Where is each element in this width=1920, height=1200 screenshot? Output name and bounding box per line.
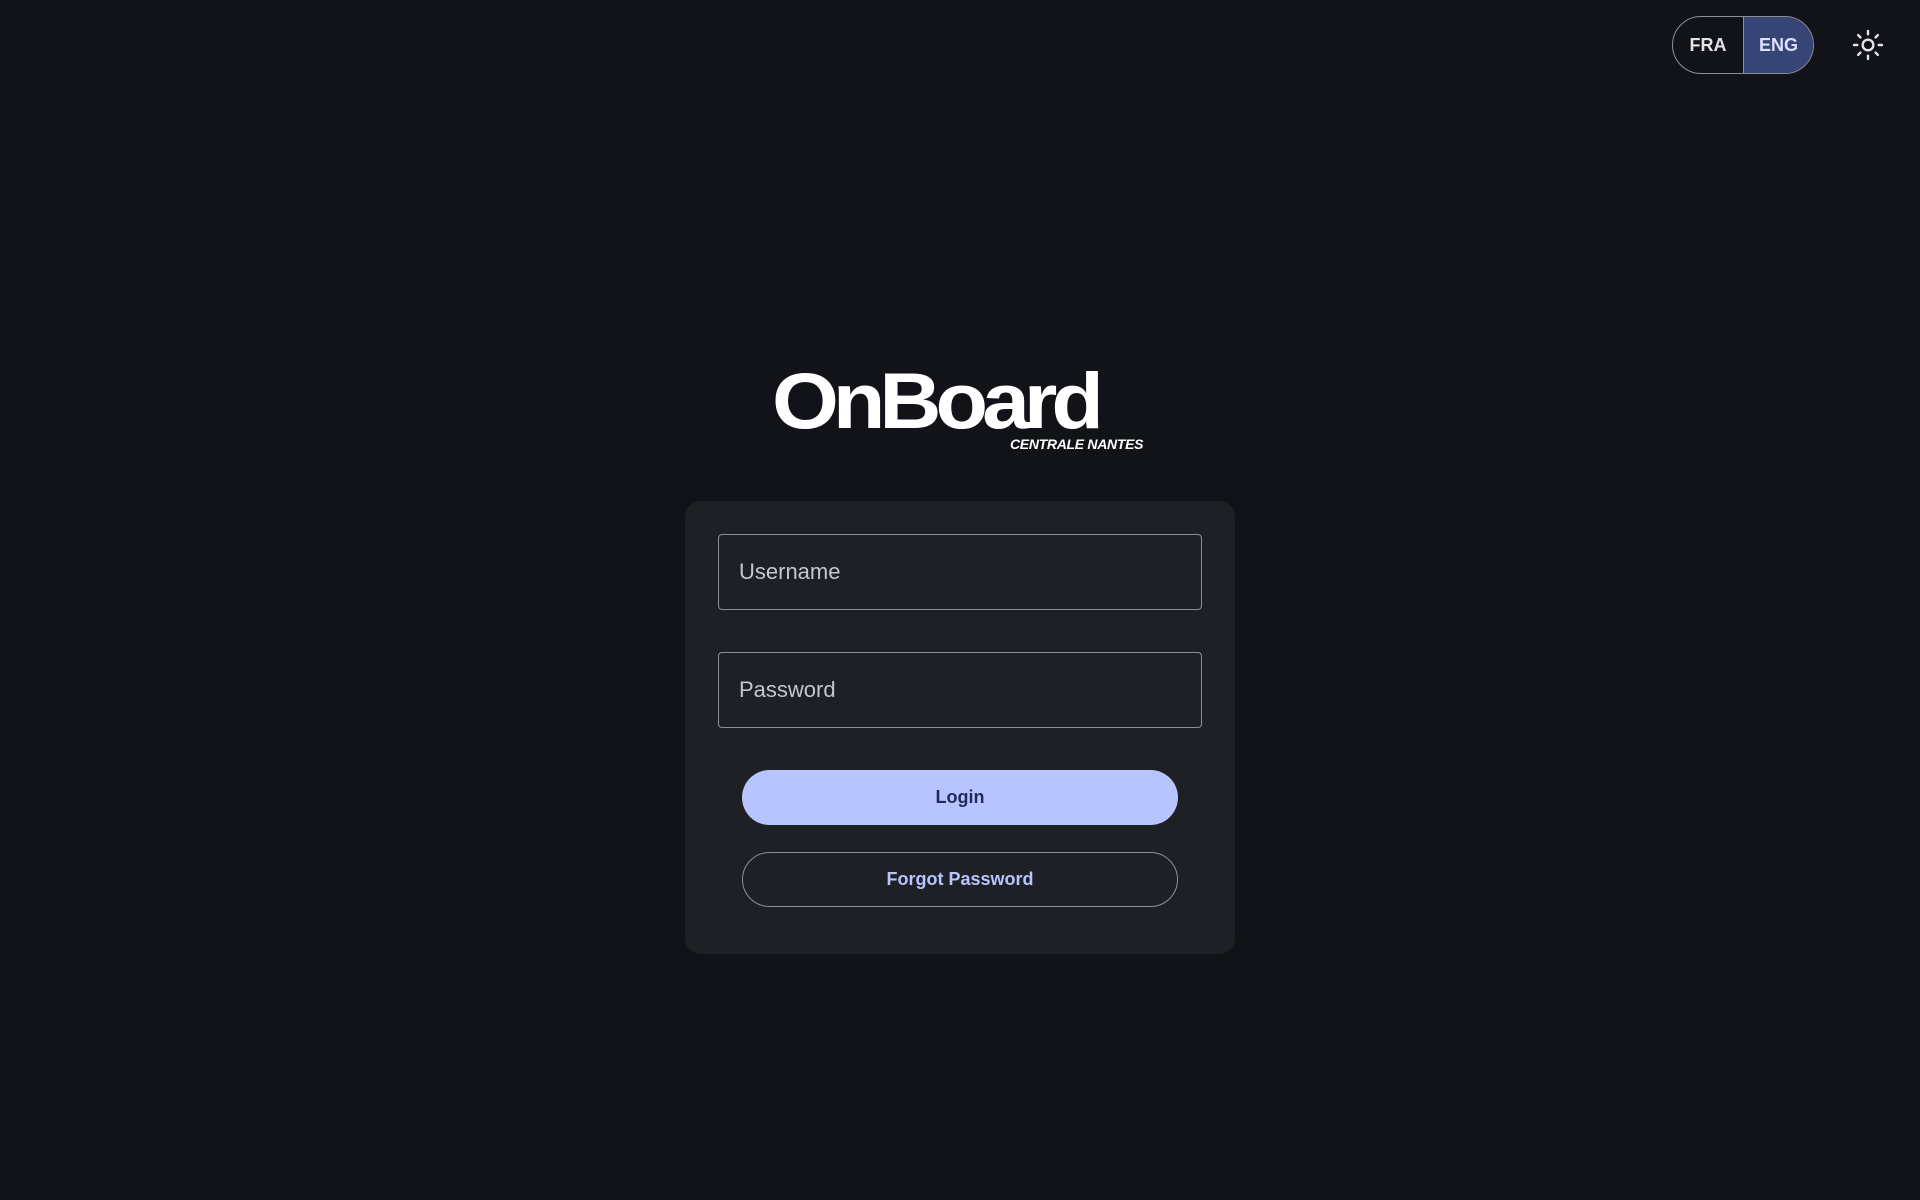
- language-toggle: FRA ENG: [1672, 16, 1814, 74]
- theme-toggle-button[interactable]: [1844, 21, 1892, 69]
- logo-subtitle: CENTRALE NANTES: [1010, 436, 1144, 452]
- login-card: Login Forgot Password: [685, 501, 1235, 954]
- login-button[interactable]: Login: [742, 770, 1178, 825]
- logo-title: OnBoard: [772, 357, 1104, 446]
- password-input[interactable]: [718, 652, 1202, 728]
- username-input[interactable]: [718, 534, 1202, 610]
- language-fra-button[interactable]: FRA: [1673, 17, 1743, 73]
- forgot-password-button[interactable]: Forgot Password: [742, 852, 1178, 907]
- language-eng-button[interactable]: ENG: [1743, 17, 1813, 73]
- onboard-logo: OnBoard CENTRALE NANTES: [0, 362, 1920, 462]
- sun-icon: [1852, 29, 1884, 61]
- top-bar: FRA ENG: [1672, 16, 1892, 74]
